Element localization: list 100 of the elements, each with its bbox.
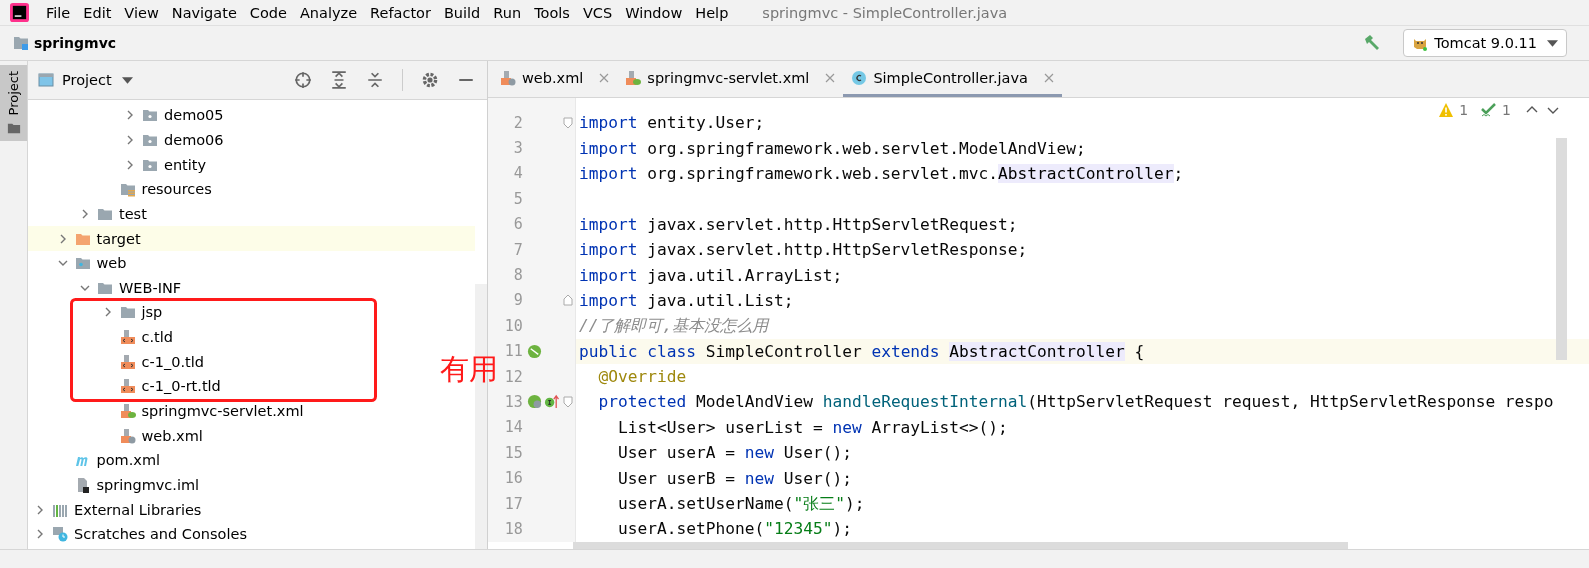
scrollbar[interactable] — [573, 542, 1348, 549]
project-folder-icon — [13, 35, 29, 51]
code-line: //了解即可,基本没怎么用 — [579, 314, 769, 337]
web-xml-file-icon — [119, 427, 136, 444]
resources-folder-icon — [119, 181, 136, 198]
locate-icon[interactable] — [294, 71, 312, 89]
close-icon[interactable] — [599, 72, 610, 83]
spring-xml-file-icon — [119, 403, 136, 419]
tree-item[interactable]: entity — [124, 156, 211, 173]
tree-item[interactable]: web — [56, 255, 131, 272]
menu-item[interactable]: VCS — [578, 4, 622, 21]
menu-item[interactable]: Help — [691, 4, 738, 21]
folder-icon — [6, 121, 21, 136]
editor-tab[interactable]: springmvc-servlet.xml — [617, 61, 844, 97]
code-line: userA.setUserName("张三"); — [616, 492, 865, 515]
editor-tab[interactable]: web.xml — [492, 61, 618, 97]
tld-file-icon — [119, 329, 136, 346]
menu-item[interactable]: Analyze — [295, 4, 367, 21]
line-number: 2 — [512, 113, 523, 132]
menu-item[interactable]: Tools — [530, 4, 579, 21]
menu-item[interactable]: Code — [245, 4, 296, 21]
line-number: 13 — [503, 393, 523, 411]
code-line: protected ModelAndView handleRequestInternal(HttpServletRequest request, HttpServletResponse respo — [597, 392, 1554, 412]
web-xml-file-icon — [500, 69, 516, 86]
tree-item[interactable]: jsp — [101, 304, 167, 321]
line-number: 9 — [512, 291, 523, 310]
project-tool-tab[interactable]: Project — [0, 65, 27, 142]
code-line: userA.setPhone("12345"); — [616, 519, 852, 539]
tree-item[interactable]: springmvc-servlet.xml — [101, 403, 308, 419]
line-number: 3 — [512, 139, 523, 158]
project-breadcrumb[interactable]: springmvc — [34, 35, 117, 51]
code-line: import java.util.ArrayList; — [579, 265, 843, 285]
expand-all-icon[interactable] — [330, 71, 348, 89]
tld-file-icon — [119, 353, 136, 370]
menu-item[interactable]: Edit — [79, 4, 121, 21]
fold-marker-icon[interactable] — [563, 396, 574, 408]
check-icon[interactable] — [1481, 102, 1498, 118]
code-line: import org.springframework.web.servlet.ModelAndView; — [579, 138, 1086, 158]
line-number: 14 — [503, 418, 523, 437]
line-number: 8 — [512, 266, 523, 285]
line-number: 11 — [503, 342, 523, 361]
fold-marker-icon[interactable] — [563, 116, 574, 129]
code-line: import org.springframework.web.servlet.mvc.AbstractController; — [579, 163, 1184, 183]
fold-marker-icon[interactable] — [563, 294, 574, 307]
code-line: List<User> userList = new ArrayList<>(); — [616, 417, 1008, 437]
tree-item[interactable]: WEB-INF — [79, 279, 186, 296]
tree-item[interactable]: web.xml — [101, 427, 207, 444]
scrollbar[interactable] — [1556, 138, 1567, 360]
line-number: 18 — [503, 519, 523, 538]
menu-item[interactable]: Run — [489, 4, 531, 21]
close-icon[interactable] — [1043, 72, 1054, 83]
tree-item[interactable]: target — [56, 230, 145, 247]
app-logo-icon[interactable] — [10, 3, 29, 22]
tree-item[interactable]: c-1_0.tld — [101, 353, 208, 370]
override-icon[interactable] — [543, 394, 559, 410]
project-view-icon — [38, 72, 54, 88]
line-number: 15 — [503, 443, 523, 462]
line-number: 10 — [503, 316, 523, 335]
tree-item[interactable]: demo05 — [124, 107, 228, 124]
annotation-text: 有用 — [440, 352, 498, 387]
code-line: User userA = new User(); — [616, 443, 852, 463]
tree-item[interactable]: resources — [101, 181, 216, 198]
code-line: @Override — [597, 367, 687, 387]
tree-item[interactable]: demo06 — [124, 131, 228, 148]
line-number: 6 — [512, 215, 523, 234]
tree-item[interactable]: Scratches and Consoles — [34, 526, 251, 543]
folder-icon — [119, 304, 136, 321]
spring-xml-file-icon — [625, 69, 642, 86]
code-line: User userB = new User(); — [616, 468, 852, 488]
close-icon[interactable] — [825, 72, 836, 83]
project-view-selector[interactable]: Project — [62, 72, 112, 88]
bean-icon[interactable] — [526, 343, 542, 359]
line-number: 12 — [503, 367, 523, 386]
settings-icon[interactable] — [421, 71, 439, 89]
menu-item[interactable]: View — [120, 4, 168, 21]
menu-item[interactable]: File — [42, 4, 80, 21]
code-line: import javax.servlet.http.HttpServletResponse; — [579, 240, 1028, 260]
tree-item[interactable]: pom.xml — [56, 452, 165, 469]
tree-item[interactable]: c.tld — [101, 329, 177, 346]
line-number: 16 — [503, 469, 523, 488]
tree-item[interactable]: External Libraries — [34, 501, 206, 518]
warning-count: 1 — [1459, 102, 1469, 118]
tree-item[interactable]: springmvc.iml — [56, 476, 204, 493]
menu-item[interactable]: Build — [439, 4, 490, 21]
web-folder-icon — [74, 255, 91, 272]
package-folder-icon — [142, 107, 158, 124]
scratches-icon — [52, 526, 68, 543]
tree-item[interactable]: c-1_0-rt.tld — [101, 378, 225, 395]
menu-item[interactable]: Window — [621, 4, 692, 21]
editor-tab[interactable]: SimpleController.java — [843, 61, 1062, 97]
menu-item[interactable]: Refactor — [366, 4, 440, 21]
code-line: public class SimpleController extends AbstractController { — [579, 341, 1145, 361]
tree-item[interactable]: test — [79, 205, 151, 222]
check-count: 1 — [1502, 102, 1511, 118]
run-configuration-dropdown[interactable]: Tomcat 9.0.11 — [1403, 29, 1567, 57]
caret-icon[interactable] — [121, 76, 133, 84]
line-number: 17 — [503, 494, 523, 513]
collapse-all-icon[interactable] — [366, 71, 384, 89]
menu-item[interactable]: Navigate — [167, 4, 246, 21]
window-title: springmvc - SimpleController.java — [762, 4, 1008, 21]
